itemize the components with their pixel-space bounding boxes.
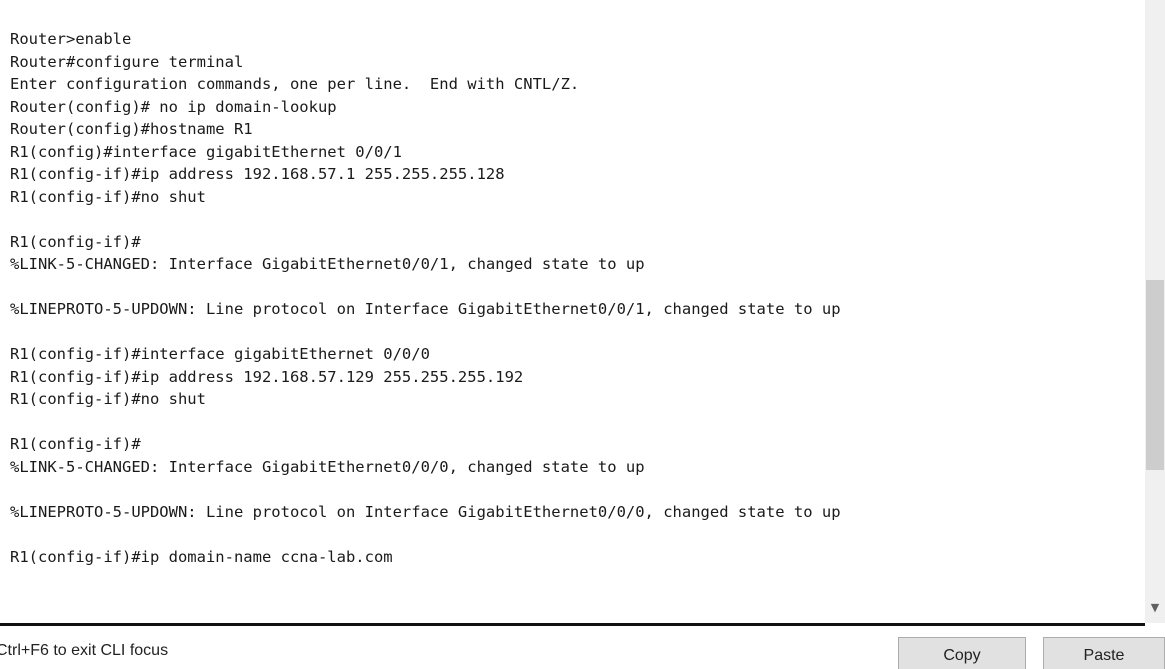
cli-line: Enter configuration commands, one per li… (10, 75, 580, 93)
cli-line: R1(config-if)#interface gigabitEthernet … (10, 345, 430, 363)
cli-line (10, 321, 841, 344)
cli-line: Router>enable (10, 30, 132, 48)
cli-output[interactable]: Router>enable Router#configure terminal En… (0, 0, 1145, 623)
scrollbar-thumb[interactable] (1146, 280, 1164, 470)
paste-button[interactable]: Paste (1043, 637, 1165, 669)
cli-line: R1(config)#interface gigabitEthernet 0/0… (10, 142, 402, 161)
chevron-down-icon[interactable]: ▼ (1145, 598, 1165, 618)
vertical-scrollbar[interactable]: ▼ (1145, 0, 1165, 623)
cli-line: R1(config-if)# (10, 435, 141, 453)
cli-line (10, 478, 841, 501)
cli-focus-hint: Ctrl+F6 to exit CLI focus (0, 642, 169, 659)
cli-line: %LINK-5-CHANGED: Interface GigabitEthern… (10, 255, 645, 273)
cli-line: R1(config-if)# (10, 232, 141, 251)
cli-line: R1(config-if)#no shut (10, 390, 206, 408)
cli-window: Router>enable Router#configure terminal En… (0, 0, 1165, 669)
cli-line: %LINEPROTO-5-UPDOWN: Line protocol on In… (10, 502, 841, 521)
cli-divider (0, 623, 1145, 626)
cli-text: Router>enable Router#configure terminal En… (10, 28, 841, 568)
cli-line (10, 276, 841, 299)
cli-line: Router(config)# no ip domain-lookup (10, 97, 337, 116)
cli-line: R1(config-if)#ip domain-name ccna-lab.co… (10, 547, 393, 566)
cli-line: Router#configure terminal (10, 52, 244, 71)
cli-line: R1(config-if)#ip address 192.168.57.1 25… (10, 165, 505, 183)
cli-line: Router(config)#hostname R1 (10, 120, 253, 138)
cli-line: %LINK-5-CHANGED: Interface GigabitEthern… (10, 457, 645, 476)
copy-button[interactable]: Copy (898, 637, 1026, 669)
cli-line (10, 523, 841, 546)
cli-line (10, 208, 841, 231)
cli-line: %LINEPROTO-5-UPDOWN: Line protocol on In… (10, 300, 841, 318)
cli-line (10, 411, 841, 434)
cli-line: R1(config-if)#ip address 192.168.57.129 … (10, 367, 524, 386)
cli-line: R1(config-if)#no shut (10, 187, 206, 206)
